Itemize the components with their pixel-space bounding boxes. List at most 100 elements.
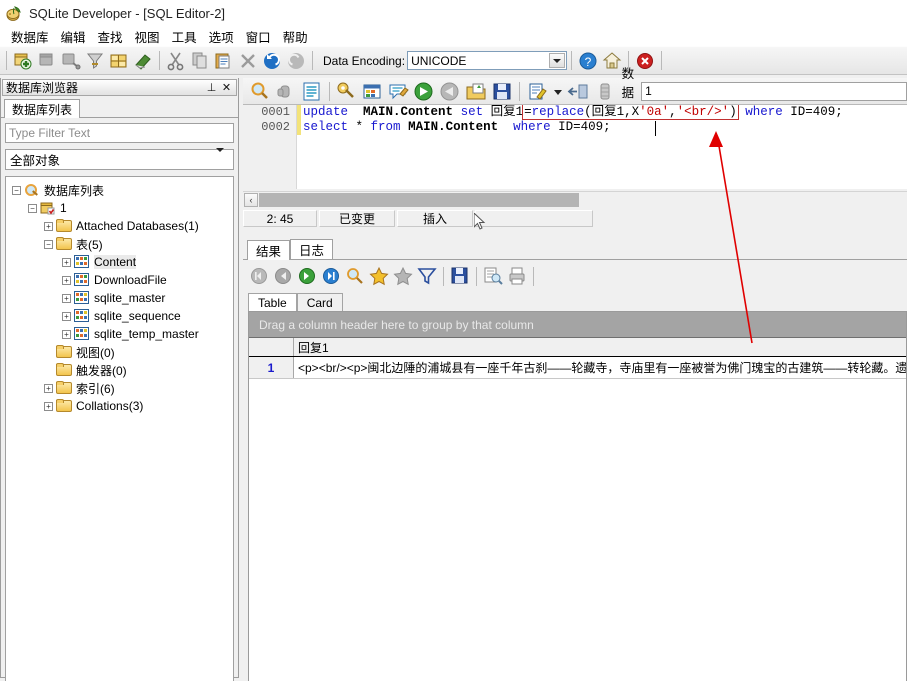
delete-icon[interactable] xyxy=(237,50,259,72)
explain-plan-icon[interactable] xyxy=(334,80,358,103)
expand-expander[interactable]: + xyxy=(62,293,71,303)
execute-icon[interactable] xyxy=(412,80,436,103)
chevron-down-icon[interactable] xyxy=(551,80,565,103)
save-data-icon[interactable] xyxy=(449,265,471,287)
table-designer-icon[interactable] xyxy=(108,50,130,72)
tab-log[interactable]: 日志 xyxy=(290,239,334,259)
column-icon[interactable] xyxy=(593,80,617,103)
results-grid[interactable]: Drag a column header here to group by th… xyxy=(248,311,907,681)
paste-icon[interactable] xyxy=(213,50,235,72)
search-record-icon[interactable] xyxy=(344,265,366,287)
tree-node-database-list[interactable]: − 数据库列表 xyxy=(6,181,233,199)
run-script-icon[interactable] xyxy=(525,80,549,103)
indent-icon[interactable] xyxy=(567,80,591,103)
group-by-panel[interactable]: Drag a column header here to group by th… xyxy=(249,312,906,338)
filter-text-input[interactable]: Type Filter Text xyxy=(5,123,234,143)
object-type-select[interactable]: 全部对象 xyxy=(5,148,234,170)
format-sql-icon[interactable] xyxy=(300,80,324,103)
tree-node-table-sqlite-temp-master[interactable]: + sqlite_temp_master xyxy=(6,325,233,343)
execute-back-icon[interactable] xyxy=(438,80,462,103)
menu-view[interactable]: 视图 xyxy=(129,26,166,47)
sql-editor[interactable]: 0001 0002 update MAIN.Content set 回复1=re… xyxy=(243,105,907,189)
detach-database-icon[interactable] xyxy=(60,50,82,72)
expand-expander[interactable]: + xyxy=(44,383,53,393)
filter-funnel-icon[interactable] xyxy=(416,265,438,287)
grid-column-header-reply1[interactable]: 回复1 xyxy=(294,338,906,356)
help-icon[interactable]: ? xyxy=(577,50,599,72)
grid-tab-card[interactable]: Card xyxy=(296,293,343,312)
print-icon[interactable] xyxy=(506,265,528,287)
scrollbar-thumb[interactable] xyxy=(259,192,579,207)
bookmark-add-icon[interactable] xyxy=(368,265,390,287)
save-script-icon[interactable] xyxy=(490,80,514,103)
close-icon[interactable]: ✕ xyxy=(220,81,233,94)
preview-icon[interactable] xyxy=(482,265,504,287)
menu-find[interactable]: 查找 xyxy=(92,26,129,47)
chevron-down-icon[interactable] xyxy=(549,53,566,68)
menu-window[interactable]: 窗口 xyxy=(240,26,277,47)
tab-results[interactable]: 结果 xyxy=(247,240,291,260)
expand-expander[interactable]: + xyxy=(62,275,71,285)
eraser-icon[interactable] xyxy=(132,50,154,72)
last-record-icon[interactable] xyxy=(320,265,342,287)
chevron-down-icon[interactable] xyxy=(216,148,231,167)
menu-database[interactable]: 数据库 xyxy=(5,26,55,47)
expand-expander[interactable]: + xyxy=(62,311,71,321)
tree-node-indexes[interactable]: + 索引(6) xyxy=(6,379,233,397)
exit-icon[interactable] xyxy=(634,50,656,72)
menu-help[interactable]: 帮助 xyxy=(277,26,314,47)
tree-node-label: sqlite_master xyxy=(94,291,166,305)
tree-node-attached-databases[interactable]: + Attached Databases(1) xyxy=(6,217,233,235)
prev-record-icon[interactable] xyxy=(272,265,294,287)
cursor-position-status: 2: 45 xyxy=(243,210,317,227)
collapse-expander[interactable]: − xyxy=(44,239,53,249)
pin-icon[interactable]: ⊥ xyxy=(205,81,218,94)
first-record-icon[interactable] xyxy=(248,265,270,287)
tree-node-db-1[interactable]: − 1 xyxy=(6,199,233,217)
row-cell-reply1[interactable]: <p><br/><p>闽北边陲的浦城县有一座千年古刹——轮藏寺，寺庙里有一座被誉… xyxy=(294,357,906,378)
cut-icon[interactable] xyxy=(165,50,187,72)
stop-icon[interactable] xyxy=(274,80,298,103)
menu-options[interactable]: 选项 xyxy=(203,26,240,47)
grid-view-icon[interactable] xyxy=(360,80,384,103)
bookmark-remove-icon[interactable] xyxy=(392,265,414,287)
edit-sql-icon[interactable] xyxy=(386,80,410,103)
collapse-expander[interactable]: − xyxy=(28,203,37,213)
tree-node-table-sqlite-sequence[interactable]: + sqlite_sequence xyxy=(6,307,233,325)
tree-node-table-sqlite-master[interactable]: + sqlite_master xyxy=(6,289,233,307)
grid-tab-table[interactable]: Table xyxy=(248,293,297,312)
redo-icon[interactable] xyxy=(285,50,307,72)
sql-line-2: select * from MAIN.Content where ID=409; xyxy=(303,120,611,134)
undo-icon[interactable] xyxy=(261,50,283,72)
tree-node-table-content[interactable]: + Content xyxy=(6,253,233,271)
menu-tools[interactable]: 工具 xyxy=(166,26,203,47)
expand-expander[interactable]: + xyxy=(44,401,53,411)
expand-expander[interactable]: + xyxy=(62,257,71,267)
dock-tab-database-list[interactable]: 数据库列表 xyxy=(4,99,81,118)
open-script-icon[interactable] xyxy=(464,80,488,103)
tree-node-table-downloadfile[interactable]: + DownloadFile xyxy=(6,271,233,289)
tree-node-views[interactable]: 视图(0) xyxy=(6,343,233,361)
expand-expander[interactable]: + xyxy=(44,221,53,231)
collapse-expander[interactable]: − xyxy=(12,185,21,195)
database-name-input[interactable]: 1 xyxy=(641,81,907,101)
filter-icon[interactable] xyxy=(84,50,106,72)
database-tree[interactable]: − 数据库列表 − 1 + Attached Databases(1) − 表(… xyxy=(5,176,234,681)
attach-database-icon[interactable] xyxy=(36,50,58,72)
expand-expander[interactable]: + xyxy=(62,329,71,339)
data-encoding-select[interactable]: UNICODE xyxy=(407,51,568,70)
home-icon[interactable] xyxy=(601,50,623,72)
tree-node-collations[interactable]: + Collations(3) xyxy=(6,397,233,415)
new-database-icon[interactable] xyxy=(12,50,34,72)
tree-node-triggers[interactable]: 触发器(0) xyxy=(6,361,233,379)
table-row[interactable]: 1 <p><br/><p>闽北边陲的浦城县有一座千年古刹——轮藏寺，寺庙里有一座… xyxy=(249,357,906,379)
scroll-left-icon[interactable]: ‹ xyxy=(244,192,258,207)
sql-code-text[interactable]: update MAIN.Content set 回复1=replace(回复1,… xyxy=(303,105,843,189)
menu-edit[interactable]: 编辑 xyxy=(55,26,92,47)
copy-icon[interactable] xyxy=(189,50,211,72)
tree-node-label: 视图(0) xyxy=(76,345,115,360)
next-record-icon[interactable] xyxy=(296,265,318,287)
editor-horizontal-scrollbar[interactable]: ‹ xyxy=(243,191,907,207)
tree-node-tables[interactable]: − 表(5) xyxy=(6,235,233,253)
find-icon[interactable] xyxy=(248,80,272,103)
